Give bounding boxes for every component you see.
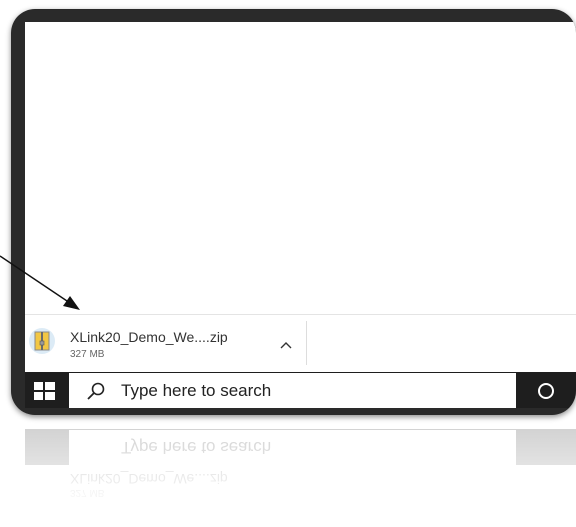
- start-button[interactable]: [25, 372, 69, 408]
- download-item-divider: [306, 321, 307, 365]
- zip-archive-icon: [29, 328, 55, 354]
- stage: XLink20_Demo_We....zip 327 MB Type here …: [0, 0, 576, 527]
- cortana-circle-icon: [538, 383, 554, 399]
- download-bar: XLink20_Demo_We....zip 327 MB: [25, 314, 576, 370]
- screen-reflection: Type here to search XLink20_Demo_We....z…: [11, 415, 576, 527]
- download-file-name: XLink20_Demo_We....zip: [70, 329, 228, 345]
- search-icon: [87, 382, 105, 400]
- reflection-fade: [11, 415, 576, 527]
- cortana-button[interactable]: [516, 372, 576, 408]
- screen-bezel: XLink20_Demo_We....zip 327 MB Type here …: [11, 9, 576, 415]
- taskbar-search-box[interactable]: Type here to search: [69, 373, 516, 408]
- chevron-up-icon[interactable]: [279, 337, 293, 349]
- windows-start-icon: [34, 382, 55, 400]
- taskbar: Type here to search: [25, 372, 576, 408]
- screen: XLink20_Demo_We....zip 327 MB Type here …: [25, 22, 576, 408]
- download-file-size: 327 MB: [70, 349, 105, 360]
- search-placeholder: Type here to search: [121, 381, 272, 400]
